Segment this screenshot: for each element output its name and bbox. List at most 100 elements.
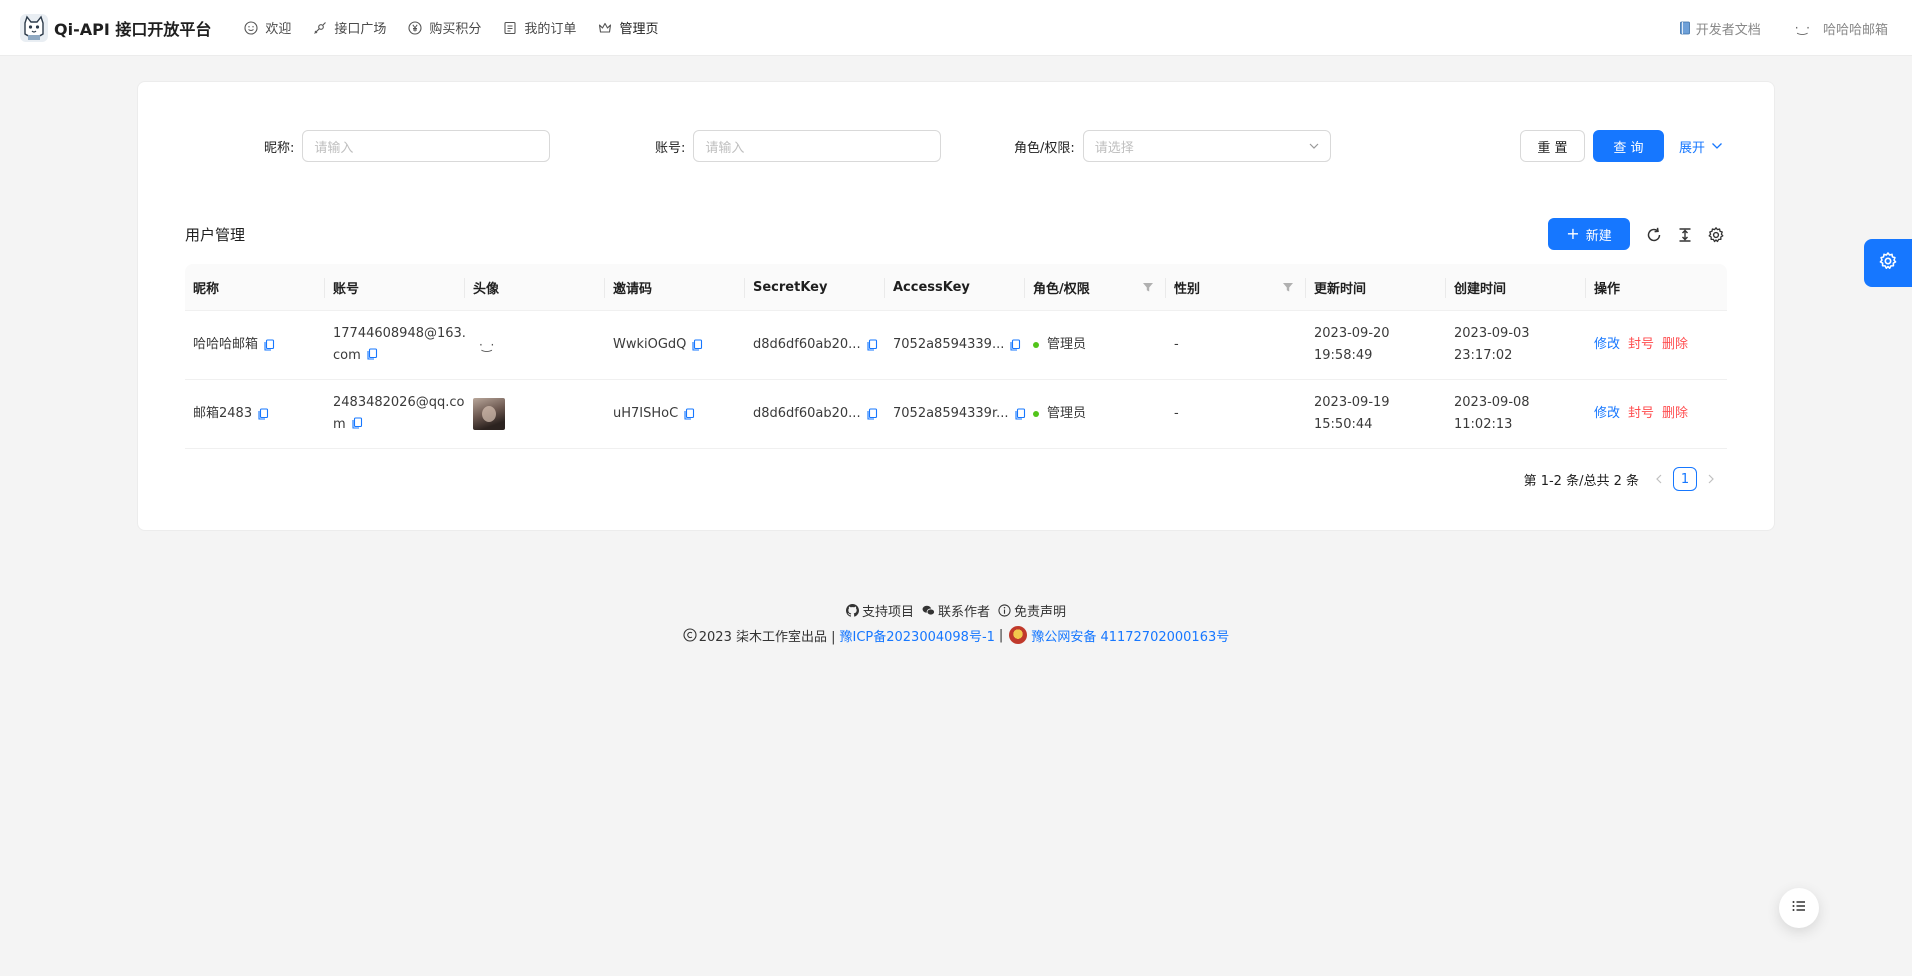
github-icon [845, 603, 859, 617]
status-dot [1033, 411, 1039, 417]
column-height-icon[interactable] [1676, 226, 1694, 244]
cell-accesskey: 7052a8594339r... [885, 380, 1025, 448]
query-button[interactable]: 查 询 [1593, 130, 1664, 162]
copy-icon[interactable] [866, 339, 878, 351]
cell-actions: 修改 封号 删除 [1586, 380, 1727, 448]
account-label: 账号: [655, 140, 686, 156]
pagination: 第 1-2 条/总共 2 条 1 [1524, 467, 1725, 491]
disclaimer-link[interactable]: 免责声明 [998, 601, 1066, 620]
nav-item-label: 欢迎 [265, 22, 292, 37]
delete-button[interactable]: 删除 [1662, 403, 1688, 425]
logo[interactable]: Qi-API 接口开放平台 [20, 13, 211, 42]
copy-icon[interactable] [263, 339, 275, 351]
avatar: ·‿· [1794, 21, 1810, 35]
copy-icon[interactable] [683, 408, 695, 420]
theme-setting-button[interactable] [1864, 239, 1912, 287]
account-input[interactable]: 请输入 [693, 130, 942, 162]
nav-item-buy-points[interactable]: 购买积分 [397, 0, 492, 56]
user-menu[interactable]: ·‿· 哈哈哈邮箱 [1795, 19, 1888, 38]
footer: 支持项目 联系作者 免责声明 2023 柒木工作室出品 | 豫ICP备20230… [0, 600, 1912, 645]
cell-gender: - [1174, 337, 1179, 352]
expand-toggle[interactable]: 展开 [1679, 130, 1723, 162]
reload-icon[interactable] [1645, 226, 1663, 244]
copy-icon[interactable] [1009, 339, 1021, 351]
new-user-button[interactable]: + 新建 [1548, 218, 1630, 250]
float-menu-button[interactable] [1779, 888, 1819, 928]
column-header-secretkey: SecretKey [745, 264, 885, 310]
column-header-gender: 性别 [1166, 264, 1306, 310]
column-header-updated-at: 更新时间 [1306, 264, 1446, 310]
cell-avatar [465, 380, 605, 448]
status-dot [1033, 342, 1039, 348]
footer-links: 支持项目 联系作者 免责声明 [0, 600, 1912, 620]
copy-icon[interactable] [1014, 408, 1026, 420]
cell-secretkey: d8d6df60ab20... [745, 311, 885, 379]
contact-link[interactable]: 联系作者 [922, 601, 990, 620]
chevron-left-icon[interactable] [1653, 473, 1665, 485]
edit-button[interactable]: 修改 [1594, 334, 1620, 356]
yuan-icon [408, 20, 422, 35]
police-record-link[interactable]: 豫公网安备 41172702000163号 [1031, 626, 1229, 645]
edit-button[interactable]: 修改 [1594, 403, 1620, 425]
column-header-created-at: 创建时间 [1446, 264, 1586, 310]
cell-nickname: 哈哈哈邮箱 [185, 311, 325, 379]
cell-avatar: ·‿· [465, 311, 605, 379]
support-link[interactable]: 支持项目 [845, 601, 914, 620]
cell-invite-code: WwkiOGdQ [605, 311, 745, 379]
page-button[interactable]: 1 [1673, 467, 1697, 491]
cell-gender: - [1174, 406, 1179, 421]
nav-item-admin[interactable]: 管理页 [587, 0, 669, 56]
pagination-summary: 第 1-2 条/总共 2 条 [1523, 473, 1639, 489]
delete-button[interactable]: 删除 [1662, 334, 1688, 356]
cell-nickname: 邮箱2483 [185, 380, 325, 448]
icp-link[interactable]: 豫ICP备2023004098号-1 [839, 626, 994, 645]
order-icon [503, 21, 517, 35]
ban-button[interactable]: 封号 [1628, 334, 1654, 356]
copy-icon[interactable] [691, 339, 703, 351]
column-header-avatar: 头像 [465, 264, 605, 310]
user-management-card: 昵称: 请输入 账号: 请输入 角色/权限: 请选择 重 置 查 询 展开 用户… [137, 81, 1775, 531]
copyright-icon [683, 628, 697, 642]
cell-role: 管理员 [1025, 311, 1166, 379]
nav-item-welcome[interactable]: 欢迎 [233, 0, 302, 56]
cell-updated-at: 2023-09-19 15:50:44 [1314, 395, 1390, 432]
chevron-right-icon[interactable] [1705, 473, 1717, 485]
chevron-down-icon [1711, 140, 1723, 152]
copy-icon[interactable] [257, 408, 269, 420]
cell-secretkey: d8d6df60ab20... [745, 380, 885, 448]
developer-docs-link[interactable]: 开发者文档 [1678, 19, 1761, 38]
main-nav: 欢迎 接口广场 购买积分 我的订单 管理页 [233, 0, 669, 56]
cell-invite-code: uH7ISHoC [605, 380, 745, 448]
wechat-icon [922, 604, 935, 617]
table-row: 哈哈哈邮箱 17744608948@163. com ·‿· WwkiOGdQ … [185, 311, 1727, 380]
chevron-down-icon [1308, 140, 1320, 152]
copy-icon[interactable] [866, 408, 878, 420]
role-select[interactable]: 请选择 [1082, 130, 1331, 162]
book-icon [1678, 21, 1692, 35]
filter-icon[interactable] [1142, 281, 1154, 293]
avatar: ·‿· [479, 338, 494, 352]
cell-accesskey: 7052a8594339... [885, 311, 1025, 379]
account-field: 账号: 请输入 [655, 130, 942, 162]
table-title: 用户管理 [185, 226, 246, 244]
cell-actions: 修改 封号 删除 [1586, 311, 1727, 379]
user-name: 哈哈哈邮箱 [1822, 22, 1888, 38]
copy-icon[interactable] [351, 417, 363, 429]
list-icon [1791, 898, 1807, 918]
filter-icon[interactable] [1282, 281, 1294, 293]
nickname-label: 昵称: [264, 140, 295, 156]
nav-item-api-square[interactable]: 接口广场 [302, 0, 397, 56]
cell-created-at: 2023-09-08 11:02:13 [1454, 395, 1530, 432]
avatar [473, 398, 505, 430]
setting-icon[interactable] [1707, 226, 1725, 244]
nav-item-my-orders[interactable]: 我的订单 [492, 0, 587, 56]
copy-icon[interactable] [366, 348, 378, 360]
reset-button[interactable]: 重 置 [1520, 130, 1585, 162]
setting-icon [1878, 251, 1898, 275]
nickname-input[interactable]: 请输入 [302, 130, 551, 162]
cell-account: 17744608948@163. com [333, 326, 466, 363]
smile-icon [244, 20, 258, 35]
ban-button[interactable]: 封号 [1628, 403, 1654, 425]
role-field: 角色/权限: 请选择 [1014, 130, 1331, 162]
info-circle-icon [998, 603, 1011, 617]
